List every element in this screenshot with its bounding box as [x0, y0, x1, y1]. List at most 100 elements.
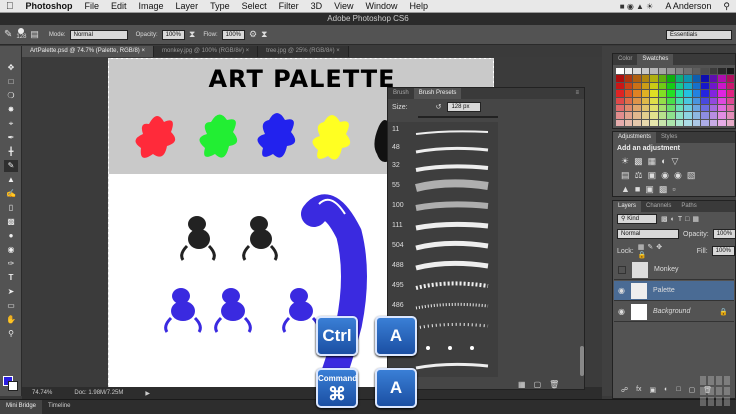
new-preset-icon[interactable]: ▢	[534, 380, 542, 389]
swatch[interactable]	[675, 112, 683, 119]
gradient-tool-icon[interactable]: ▩	[4, 216, 18, 228]
levels-icon[interactable]: ▩	[634, 156, 648, 166]
delete-preset-icon[interactable]: 🗑	[549, 380, 559, 389]
tab-adjustments[interactable]: Adjustments	[613, 132, 657, 143]
layer-name[interactable]: Palette	[653, 287, 675, 294]
threshold-icon[interactable]: ▣	[645, 184, 659, 194]
gradient-map-icon[interactable]: ▩	[659, 184, 673, 194]
layer-row[interactable]: ◉ Background 🔒	[614, 302, 734, 322]
swatch[interactable]	[692, 90, 700, 97]
toggle-brush-panel-icon[interactable]: ▤	[30, 29, 39, 40]
swatch[interactable]	[675, 104, 683, 112]
brightness-icon[interactable]: ☀	[621, 156, 634, 166]
airbrush-icon[interactable]: ⚙	[249, 29, 257, 40]
filter-icons[interactable]: ▩◐T□▦	[661, 215, 702, 223]
apple-menu-icon[interactable]: 	[0, 1, 20, 12]
swatch[interactable]	[684, 112, 692, 119]
swatch[interactable]	[624, 82, 632, 90]
swatch[interactable]	[718, 75, 726, 82]
swatch[interactable]	[616, 104, 624, 112]
swatch[interactable]	[658, 104, 666, 112]
swatch[interactable]	[641, 90, 649, 97]
pressure-size-icon[interactable]: ⧗	[261, 29, 267, 40]
swatch[interactable]	[675, 75, 683, 82]
swatch[interactable]	[624, 104, 632, 112]
menu-3d[interactable]: 3D	[305, 1, 329, 11]
photo-filter-icon[interactable]: ◉	[661, 170, 674, 180]
toggle-brush-icon[interactable]: ▦	[518, 380, 526, 389]
tab-swatches[interactable]: Swatches	[637, 54, 674, 65]
swatch-grid[interactable]	[616, 68, 734, 126]
swatch[interactable]	[709, 82, 717, 90]
swatch[interactable]	[684, 75, 692, 82]
swatch[interactable]	[675, 82, 683, 90]
swatch[interactable]	[616, 68, 624, 75]
swatch[interactable]	[658, 112, 666, 119]
menu-window[interactable]: Window	[359, 1, 403, 11]
swatch[interactable]	[633, 119, 641, 126]
swatch[interactable]	[658, 119, 666, 126]
swatch[interactable]	[701, 119, 709, 126]
hue-icon[interactable]: ▤	[621, 170, 635, 180]
swatch[interactable]	[650, 119, 658, 126]
swatch[interactable]	[616, 90, 624, 97]
swatch[interactable]	[633, 90, 641, 97]
posterize-icon[interactable]: ■	[635, 184, 645, 194]
invert-icon[interactable]: ▲	[621, 184, 635, 194]
swatch[interactable]	[701, 97, 709, 104]
healing-tool-icon[interactable]: ╋	[4, 146, 18, 158]
curves-icon[interactable]: ▦	[648, 156, 662, 166]
lasso-tool-icon[interactable]: ❍	[4, 90, 18, 102]
swatch[interactable]	[692, 68, 700, 75]
swatch[interactable]	[616, 97, 624, 104]
swatch[interactable]	[684, 97, 692, 104]
swatch[interactable]	[667, 75, 675, 82]
pressure-opacity-icon[interactable]: ⧗	[189, 29, 195, 40]
swatch[interactable]	[726, 104, 734, 112]
layer-name[interactable]: Background	[653, 308, 690, 315]
swatch[interactable]	[726, 68, 734, 75]
swatch[interactable]	[624, 119, 632, 126]
quick-select-tool-icon[interactable]: ✸	[4, 104, 18, 116]
tab-brush[interactable]: Brush	[388, 88, 414, 99]
swatch[interactable]	[624, 90, 632, 97]
size-field[interactable]: 128 px	[447, 102, 482, 112]
dodge-tool-icon[interactable]: ◉	[4, 244, 18, 256]
swatch[interactable]	[726, 75, 734, 82]
opacity-field[interactable]: 100%	[161, 29, 185, 40]
swatch[interactable]	[616, 119, 624, 126]
layer-row-selected[interactable]: ◉ Palette	[614, 281, 734, 301]
menu-photoshop[interactable]: Photoshop	[20, 1, 79, 11]
brush-size-picker[interactable]: 128	[16, 28, 26, 41]
menu-type[interactable]: Type	[204, 1, 236, 11]
menu-help[interactable]: Help	[403, 1, 434, 11]
mask-icon[interactable]: ▣	[650, 386, 657, 394]
tab-monkey[interactable]: monkey.jpg @ 100% (RGB/8#) ×	[153, 46, 259, 57]
eraser-tool-icon[interactable]: ▯	[4, 202, 18, 214]
link-icon[interactable]: ☍	[621, 386, 628, 394]
swatch[interactable]	[658, 75, 666, 82]
doc-size[interactable]: Doc: 1.98M/7.25M	[74, 390, 123, 396]
history-brush-tool-icon[interactable]: ✍	[4, 188, 18, 200]
background-color-swatch[interactable]	[8, 381, 18, 391]
layer-blend-mode[interactable]: Normal	[617, 229, 679, 239]
mixer-icon[interactable]: ◉	[674, 170, 687, 180]
swatch[interactable]	[641, 112, 649, 119]
swatch[interactable]	[709, 112, 717, 119]
swatch[interactable]	[650, 75, 658, 82]
swatch[interactable]	[633, 82, 641, 90]
brush-list-scrollbar[interactable]	[580, 346, 584, 376]
lookup-icon[interactable]: ▧	[687, 170, 701, 180]
swatch[interactable]	[633, 104, 641, 112]
shape-tool-icon[interactable]: ▭	[4, 300, 18, 312]
swatch[interactable]	[726, 97, 734, 104]
swatch[interactable]	[667, 90, 675, 97]
swatch[interactable]	[718, 119, 726, 126]
swatch[interactable]	[641, 104, 649, 112]
swatch[interactable]	[650, 68, 658, 75]
swatch[interactable]	[675, 90, 683, 97]
tab-layers[interactable]: Layers	[613, 201, 642, 212]
menu-file[interactable]: File	[79, 1, 106, 11]
swatch[interactable]	[701, 112, 709, 119]
zoom-level[interactable]: 74.74%	[32, 390, 52, 396]
